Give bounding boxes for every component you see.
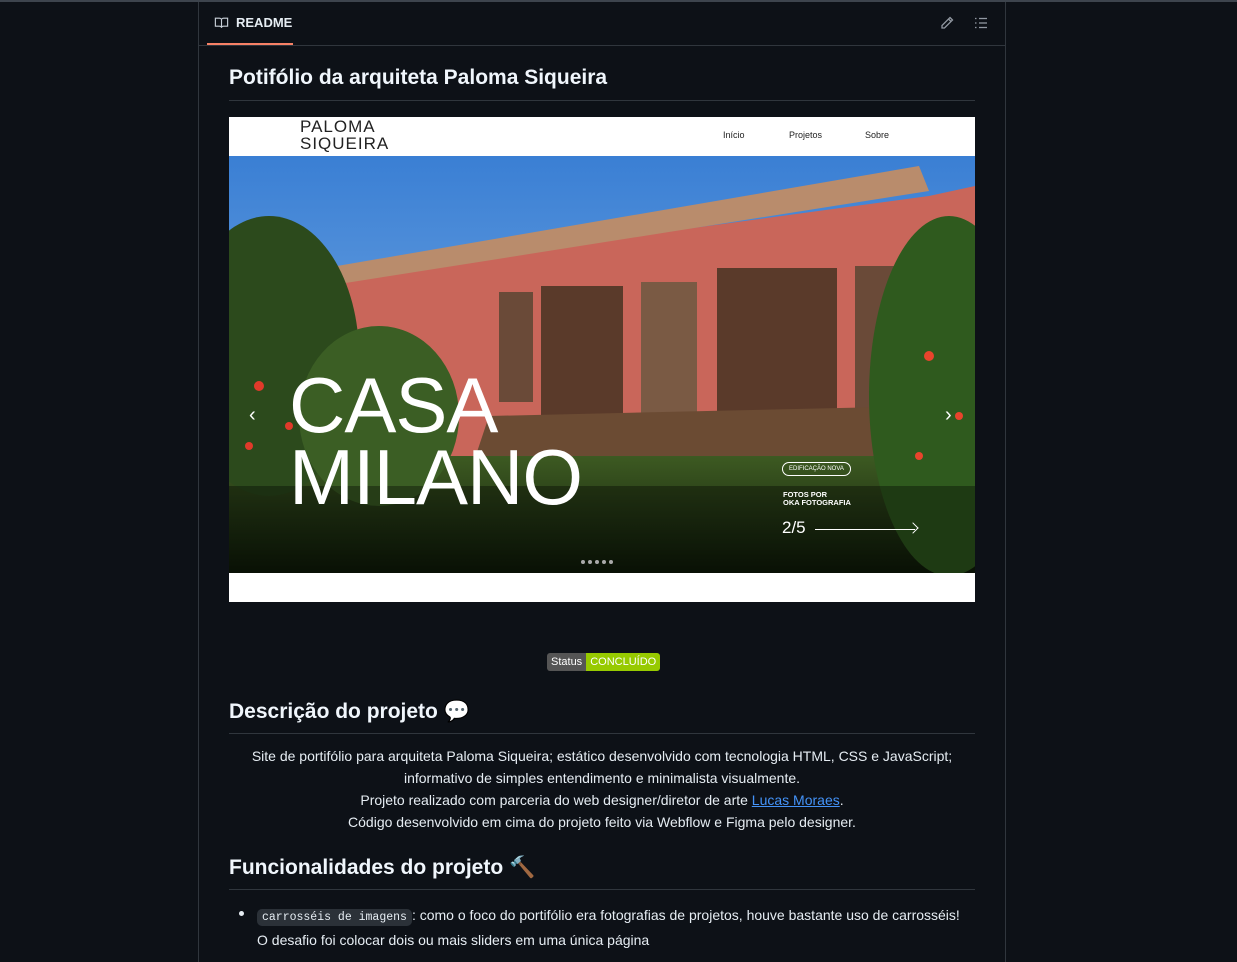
carousel-dot[interactable] <box>595 560 599 564</box>
hero-title-line1: CASA <box>289 361 498 449</box>
category-badge: EDIFICAÇÃO NOVA <box>782 462 851 476</box>
carousel-dot[interactable] <box>609 560 613 564</box>
status-badge: Status CONCLUÍDO <box>547 653 661 671</box>
readme-panel: README Potifólio da arquiteta Paloma Siq… <box>198 2 1006 962</box>
carousel-dot[interactable] <box>602 560 606 564</box>
counter-arrow-line <box>815 529 915 530</box>
description-text: Site de portifólio para arquiteta Paloma… <box>251 748 953 830</box>
description-heading: Descrição do projeto 💬 <box>229 700 975 734</box>
slide-counter: 2/5 <box>782 518 806 537</box>
page-title: Potifólio da arquiteta Paloma Siqueira <box>229 66 975 101</box>
carousel-dots <box>581 560 613 564</box>
pencil-icon[interactable] <box>939 15 955 31</box>
nav-link-projetos: Projetos <box>789 130 823 140</box>
inline-code: carrosséis de imagens <box>257 909 412 926</box>
designer-link[interactable]: Lucas Moraes <box>752 792 840 808</box>
project-screenshot: PALOMA SIQUEIRA Início Projetos Sobre ‹ … <box>229 117 975 602</box>
readme-header: README <box>199 2 1005 46</box>
carousel-prev-button[interactable]: ‹ <box>249 404 256 427</box>
hero-title-line2: MILANO <box>289 433 583 521</box>
nav-link-sobre: Sobre <box>865 130 890 140</box>
status-badge-label: Status <box>547 653 587 671</box>
photo-credit: FOTOS POR OKA FOTOGRAFIA <box>783 490 851 507</box>
readme-tab-label: README <box>236 15 293 30</box>
carousel-dot[interactable] <box>588 560 592 564</box>
carousel-dot[interactable] <box>581 560 585 564</box>
list-item: carrosséis de imagens: como o foco do po… <box>257 907 960 948</box>
site-logo: PALOMA SIQUEIRA <box>300 117 390 153</box>
speech-balloon-icon: 💬 <box>443 700 470 723</box>
carousel-next-button[interactable]: › <box>945 404 952 427</box>
list-bullet <box>239 911 244 916</box>
readme-tab[interactable]: README <box>207 2 293 45</box>
features-heading: Funcionalidades do projeto 🔨 <box>229 856 975 890</box>
status-badge-value: CONCLUÍDO <box>586 653 661 671</box>
hammer-icon: 🔨 <box>509 856 536 879</box>
hero-photo: ‹ › CASA MILANO EDIFICAÇÃO NOVA FOTOS PO… <box>229 156 975 573</box>
book-icon <box>214 17 229 28</box>
list-icon[interactable] <box>973 15 989 31</box>
site-navbar: PALOMA SIQUEIRA Início Projetos Sobre <box>229 117 975 156</box>
nav-link-inicio: Início <box>723 130 745 140</box>
